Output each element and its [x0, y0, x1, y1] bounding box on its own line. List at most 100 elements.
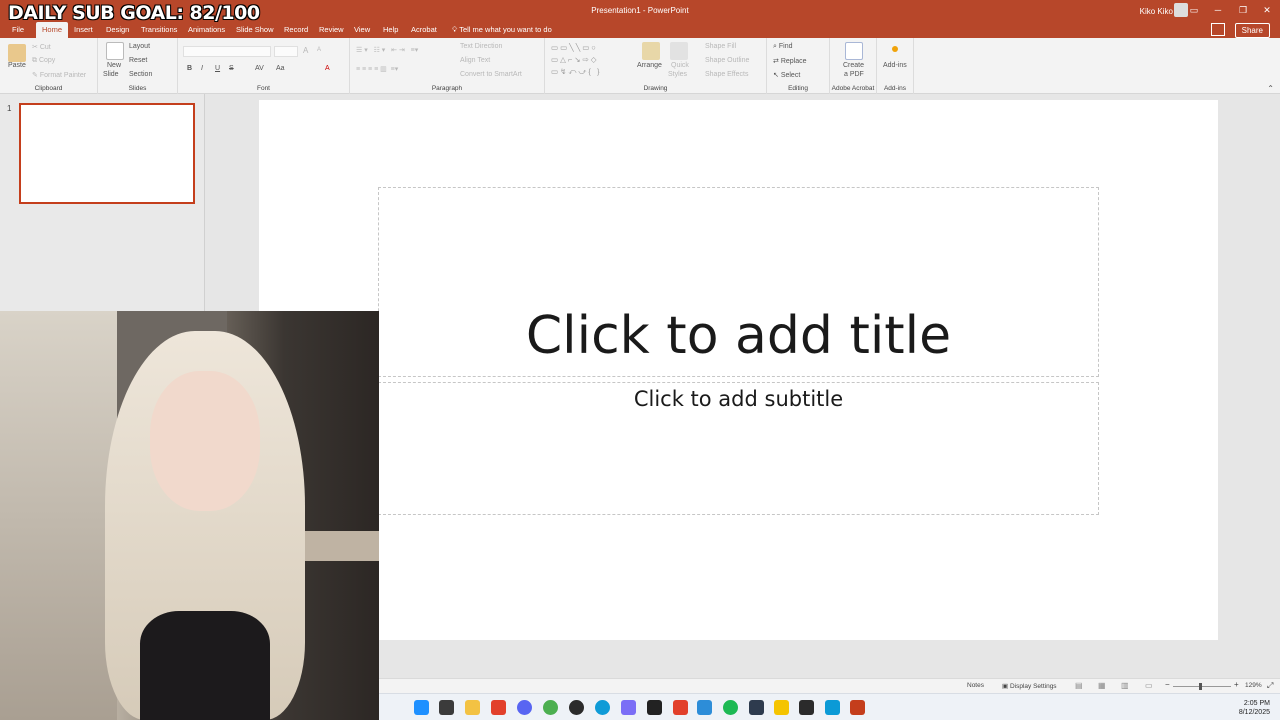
text-direction-button[interactable]: Text Direction — [460, 43, 502, 50]
character-spacing-button[interactable]: AV — [255, 65, 264, 72]
bold-button[interactable]: B — [187, 65, 192, 72]
paste-button[interactable]: Paste — [8, 62, 26, 69]
add-ins-icon[interactable] — [892, 46, 898, 52]
view-normal-icon[interactable]: ▤ — [1075, 681, 1083, 690]
new-slide-label-1[interactable]: New — [107, 62, 121, 69]
file-explorer-icon[interactable] — [465, 700, 480, 715]
edge-icon[interactable] — [595, 700, 610, 715]
font-size-select[interactable] — [274, 46, 298, 57]
section-button[interactable]: Section — [129, 71, 152, 78]
avatar[interactable] — [1174, 3, 1188, 17]
tab-animations[interactable]: Animations — [188, 25, 225, 34]
quick-styles-label-1[interactable]: Quick — [671, 62, 689, 69]
tab-review[interactable]: Review — [319, 25, 344, 34]
tab-view[interactable]: View — [354, 25, 370, 34]
brave-browser-icon[interactable] — [491, 700, 506, 715]
tab-home[interactable]: Home — [36, 22, 69, 38]
paste-icon[interactable] — [8, 44, 26, 62]
quick-styles-label-2[interactable]: Styles — [668, 71, 687, 78]
zoom-out-button[interactable]: − — [1165, 680, 1170, 689]
create-pdf-icon[interactable] — [845, 42, 863, 60]
find-button[interactable]: ⌕ Find — [773, 43, 793, 51]
share-button[interactable]: Share — [1234, 23, 1270, 38]
create-pdf-label-2[interactable]: a PDF — [844, 71, 864, 78]
layout-button[interactable]: Layout — [129, 43, 150, 50]
zoom-level[interactable]: 129% — [1245, 682, 1262, 689]
ribbon-display-options-icon[interactable]: ▭ — [1187, 3, 1201, 17]
font-color-button[interactable]: A — [325, 65, 330, 72]
tell-me-search[interactable]: 💡︎ Tell me what you want to do — [452, 25, 552, 35]
user-name[interactable]: Kiko Kiko — [1140, 7, 1173, 16]
font-family-select[interactable] — [183, 46, 271, 57]
cut-button[interactable]: ✂ Cut — [32, 43, 51, 51]
notepad-icon[interactable] — [697, 700, 712, 715]
restore-button[interactable]: ❐ — [1236, 3, 1250, 17]
discord-icon[interactable] — [517, 700, 532, 715]
arrange-button[interactable]: Arrange — [637, 62, 662, 69]
select-button[interactable]: ↖ Select — [773, 71, 800, 79]
new-slide-icon[interactable] — [106, 42, 124, 60]
change-case-button[interactable]: Aa — [276, 65, 285, 72]
terminal-icon[interactable] — [799, 700, 814, 715]
underline-button[interactable]: U — [215, 65, 220, 72]
task-view-icon[interactable] — [439, 700, 454, 715]
app-yellow-icon[interactable] — [774, 700, 789, 715]
replace-button[interactable]: ⇄ Replace — [773, 57, 807, 65]
slide-thumbnail[interactable] — [19, 103, 195, 204]
zoom-slider[interactable] — [1173, 683, 1231, 690]
shape-effects-button[interactable]: Shape Effects — [705, 71, 748, 78]
collapse-ribbon-icon[interactable]: ⌃ — [1267, 84, 1274, 93]
tab-insert[interactable]: Insert — [74, 25, 93, 34]
powerpoint-icon[interactable] — [850, 700, 865, 715]
italic-button[interactable]: I — [201, 65, 203, 72]
brave-icon[interactable] — [673, 700, 688, 715]
tab-acrobat[interactable]: Acrobat — [411, 25, 437, 34]
shrink-font-button[interactable]: A — [317, 47, 321, 53]
tab-transitions[interactable]: Transitions — [141, 25, 177, 34]
obs-icon[interactable] — [569, 700, 584, 715]
shape-fill-button[interactable]: Shape Fill — [705, 43, 736, 50]
comments-icon[interactable] — [1211, 23, 1225, 36]
bullets-icon[interactable]: ☰ ▾ ☷ ▾ ⇤ ⇥ ≡▾ — [356, 46, 418, 54]
view-slideshow-icon[interactable]: ▭ — [1145, 681, 1153, 690]
alignment-icons[interactable]: ≡ ≡ ≡ ≡ ▥ ≡▾ — [356, 65, 398, 73]
minimize-button[interactable]: ─ — [1211, 3, 1225, 17]
chrome-icon[interactable] — [543, 700, 558, 715]
fit-slide-icon[interactable]: ⤢ — [1267, 681, 1273, 691]
new-slide-label-2[interactable]: Slide — [103, 71, 119, 78]
tab-design[interactable]: Design — [106, 25, 129, 34]
notes-button[interactable]: Notes — [967, 682, 984, 689]
tab-file[interactable]: File — [12, 25, 24, 34]
shape-outline-button[interactable]: Shape Outline — [705, 57, 749, 64]
arrange-icon[interactable] — [642, 42, 660, 60]
windows-start-icon[interactable] — [414, 700, 429, 715]
tab-help[interactable]: Help — [383, 25, 398, 34]
view-slide-sorter-icon[interactable]: ▦ — [1098, 681, 1106, 690]
app-icon[interactable] — [621, 700, 636, 715]
grow-font-button[interactable]: A — [303, 46, 308, 55]
add-ins-button[interactable]: Add-ins — [883, 62, 907, 69]
zoom-in-button[interactable]: + — [1234, 680, 1239, 689]
close-button[interactable]: ✕ — [1260, 3, 1274, 17]
app-blue-icon[interactable] — [825, 700, 840, 715]
tab-record[interactable]: Record — [284, 25, 308, 34]
format-painter-button[interactable]: ✎ Format Painter — [32, 71, 86, 79]
align-text-button[interactable]: Align Text — [460, 57, 490, 64]
shapes-gallery[interactable]: ▭▭╲╲▭○ ▭△⌐↘⇨◇ ▭↯⤺⤻{ } — [551, 42, 627, 78]
quick-styles-icon[interactable] — [670, 42, 688, 60]
strikethrough-button[interactable]: S — [229, 65, 234, 72]
zoom-slider-thumb[interactable] — [1199, 683, 1203, 690]
subtitle-placeholder[interactable]: Click to add subtitle — [378, 382, 1099, 515]
convert-smartart-button[interactable]: Convert to SmartArt — [460, 71, 522, 78]
view-reading-icon[interactable]: ▥ — [1121, 681, 1129, 690]
reset-button[interactable]: Reset — [129, 57, 147, 64]
title-placeholder[interactable]: Click to add title — [378, 187, 1099, 377]
system-clock[interactable]: 2:05 PM 8/12/2025 — [1239, 699, 1270, 717]
spotify-icon[interactable] — [723, 700, 738, 715]
create-pdf-label-1[interactable]: Create — [843, 62, 864, 69]
tab-slide-show[interactable]: Slide Show — [236, 25, 274, 34]
epic-games-icon[interactable] — [647, 700, 662, 715]
copy-button[interactable]: ⧉ Copy — [32, 57, 55, 65]
display-settings-button[interactable]: ▣ Display Settings — [1002, 682, 1057, 690]
capcut-icon[interactable] — [749, 700, 764, 715]
